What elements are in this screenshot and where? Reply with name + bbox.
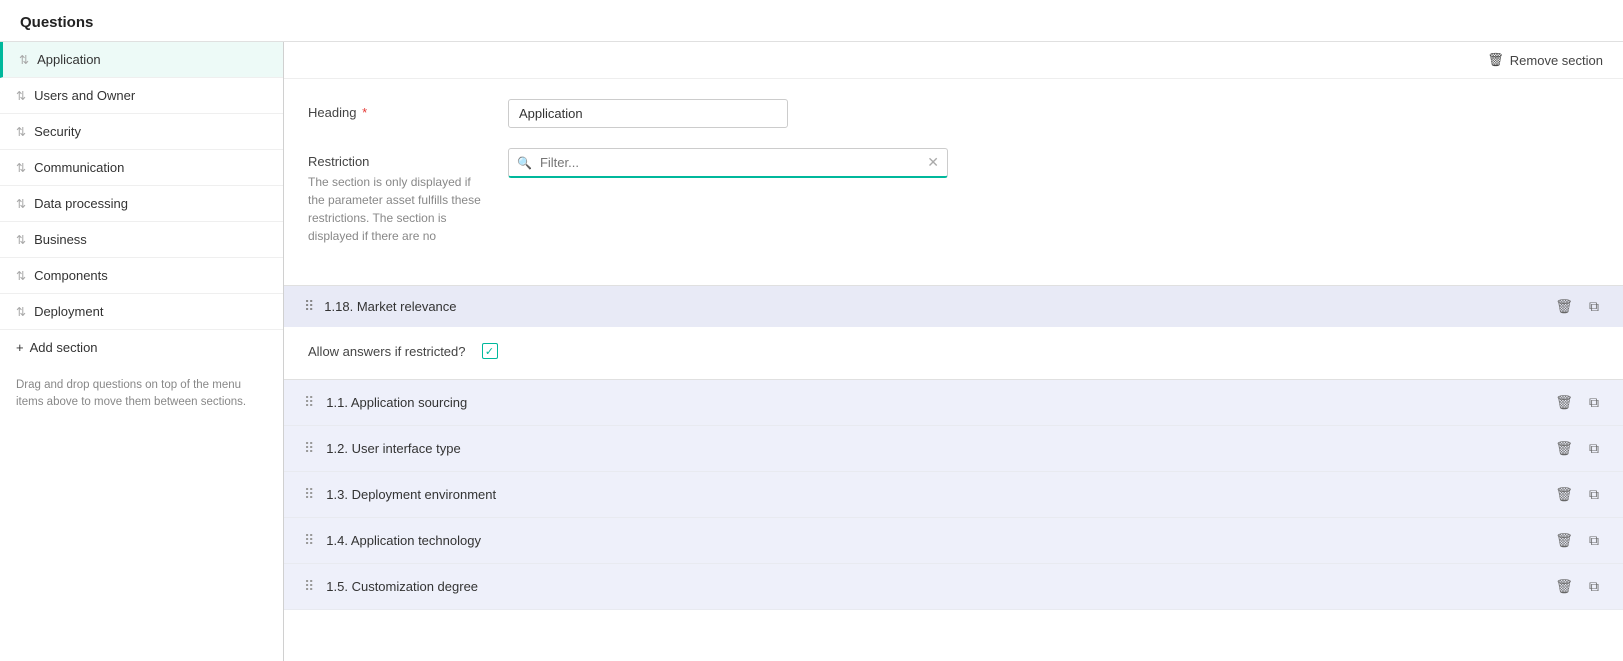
- remove-section-label: Remove section: [1510, 53, 1603, 68]
- restriction-label: Restriction: [308, 154, 488, 169]
- question-actions-1-2: 🗑 ⧉: [1551, 438, 1603, 459]
- sidebar-drag-hint: Drag and drop questions on top of the me…: [0, 365, 283, 424]
- sidebar-item-security[interactable]: ⇅ Security: [0, 114, 283, 150]
- delete-button-1-5[interactable]: 🗑: [1551, 576, 1577, 597]
- question-row-1-1: ⠿ 1.1. Application sourcing 🗑 ⧉: [284, 380, 1623, 426]
- copy-button-1-3[interactable]: ⧉: [1585, 484, 1603, 505]
- copy-button-1-2[interactable]: ⧉: [1585, 438, 1603, 459]
- question-actions-1-3: 🗑 ⧉: [1551, 484, 1603, 505]
- sidebar-item-application[interactable]: ⇅ Application: [0, 42, 283, 78]
- question-actions-1-5: 🗑 ⧉: [1551, 576, 1603, 597]
- content-topbar: 🗑 Remove section: [284, 42, 1623, 79]
- filter-box: 🔍 ✕: [508, 148, 948, 178]
- drag-icon-data-processing: ⇅: [16, 197, 26, 211]
- question-label-1-1: 1.1. Application sourcing: [326, 395, 1551, 410]
- highlighted-question-label: 1.18. Market relevance: [324, 299, 1551, 314]
- question-label-1-2: 1.2. User interface type: [326, 441, 1551, 456]
- sidebar-item-deployment[interactable]: ⇅ Deployment: [0, 294, 283, 330]
- restriction-control: 🔍 ✕: [508, 148, 1599, 178]
- question-row-1-4: ⠿ 1.4. Application technology 🗑 ⧉: [284, 518, 1623, 564]
- copy-button-1-4[interactable]: ⧉: [1585, 530, 1603, 551]
- sidebar-item-users-and-owner[interactable]: ⇅ Users and Owner: [0, 78, 283, 114]
- filter-input[interactable]: [536, 149, 927, 176]
- highlighted-question-row: ⠿ 1.18. Market relevance 🗑 ⧉: [284, 286, 1623, 327]
- sidebar: ⇅ Application ⇅ Users and Owner ⇅ Securi…: [0, 42, 284, 661]
- sidebar-item-components[interactable]: ⇅ Components: [0, 258, 283, 294]
- delete-button-1-3[interactable]: 🗑: [1551, 484, 1577, 505]
- question-actions-1-1: 🗑 ⧉: [1551, 392, 1603, 413]
- drag-handle-1-1[interactable]: ⠿: [304, 394, 314, 411]
- copy-button-1-1[interactable]: ⧉: [1585, 392, 1603, 413]
- page-header: Questions: [0, 0, 1623, 42]
- drag-icon-communication: ⇅: [16, 161, 26, 175]
- heading-label: Heading *: [308, 99, 488, 120]
- allow-answers-checkbox[interactable]: [482, 343, 498, 359]
- sidebar-item-data-processing[interactable]: ⇅ Data processing: [0, 186, 283, 222]
- trash-icon-remove: 🗑: [1487, 52, 1504, 68]
- sidebar-item-business[interactable]: ⇅ Business: [0, 222, 283, 258]
- highlighted-question-actions: 🗑 ⧉: [1551, 296, 1603, 317]
- copy-button-1-5[interactable]: ⧉: [1585, 576, 1603, 597]
- question-label-1-3: 1.3. Deployment environment: [326, 487, 1551, 502]
- restriction-description: The section is only displayed if the par…: [308, 173, 488, 245]
- question-label-1-5: 1.5. Customization degree: [326, 579, 1551, 594]
- sidebar-item-communication[interactable]: ⇅ Communication: [0, 150, 283, 186]
- questions-list: ⠿ 1.1. Application sourcing 🗑 ⧉ ⠿ 1.2.: [284, 380, 1623, 661]
- sidebar-item-label-security: Security: [34, 124, 81, 139]
- drag-icon-deployment: ⇅: [16, 305, 26, 319]
- restriction-label-col: Restriction The section is only displaye…: [308, 148, 488, 245]
- question-row-1-5: ⠿ 1.5. Customization degree 🗑 ⧉: [284, 564, 1623, 610]
- question-actions-1-4: 🗑 ⧉: [1551, 530, 1603, 551]
- restriction-row: Restriction The section is only displaye…: [308, 148, 1599, 245]
- sidebar-item-label-data-processing: Data processing: [34, 196, 128, 211]
- filter-clear-icon[interactable]: ✕: [927, 154, 939, 171]
- sidebar-item-label-deployment: Deployment: [34, 304, 103, 319]
- allow-answers-label: Allow answers if restricted?: [308, 344, 466, 359]
- heading-row: Heading *: [308, 99, 1599, 128]
- page-title: Questions: [20, 14, 93, 31]
- plus-icon: +: [16, 340, 24, 355]
- drag-icon-components: ⇅: [16, 269, 26, 283]
- delete-button-1-4[interactable]: 🗑: [1551, 530, 1577, 551]
- question-label-1-4: 1.4. Application technology: [326, 533, 1551, 548]
- question-row-1-2: ⠿ 1.2. User interface type 🗑 ⧉: [284, 426, 1623, 472]
- drag-handle-1-5[interactable]: ⠿: [304, 578, 314, 595]
- delete-button-1-2[interactable]: 🗑: [1551, 438, 1577, 459]
- sidebar-item-label-communication: Communication: [34, 160, 124, 175]
- drag-icon-security: ⇅: [16, 125, 26, 139]
- search-icon: 🔍: [517, 156, 532, 170]
- highlighted-delete-button[interactable]: 🗑: [1551, 296, 1577, 317]
- main-layout: ⇅ Application ⇅ Users and Owner ⇅ Securi…: [0, 42, 1623, 661]
- sidebar-item-label-components: Components: [34, 268, 108, 283]
- add-section-button[interactable]: + Add section: [0, 330, 283, 365]
- remove-section-button[interactable]: 🗑 Remove section: [1487, 52, 1603, 68]
- section-config: Heading * Restriction The section is onl…: [284, 79, 1623, 286]
- drag-icon-application: ⇅: [19, 53, 29, 67]
- drag-handle-1-4[interactable]: ⠿: [304, 532, 314, 549]
- drag-icon-business: ⇅: [16, 233, 26, 247]
- question-row-1-3: ⠿ 1.3. Deployment environment 🗑 ⧉: [284, 472, 1623, 518]
- highlighted-copy-button[interactable]: ⧉: [1585, 296, 1603, 317]
- sidebar-item-label-application: Application: [37, 52, 101, 67]
- delete-button-1-1[interactable]: 🗑: [1551, 392, 1577, 413]
- drag-handle-1-2[interactable]: ⠿: [304, 440, 314, 457]
- highlighted-drag-handle[interactable]: ⠿: [304, 298, 314, 315]
- app-container: Questions ⇅ Application ⇅ Users and Owne…: [0, 0, 1623, 661]
- heading-input[interactable]: [508, 99, 788, 128]
- heading-control: [508, 99, 1599, 128]
- heading-required-marker: *: [362, 105, 367, 120]
- add-section-label: Add section: [30, 340, 98, 355]
- sidebar-item-label-business: Business: [34, 232, 87, 247]
- drag-icon-users: ⇅: [16, 89, 26, 103]
- allow-answers-row: Allow answers if restricted?: [284, 327, 1623, 380]
- content-area: 🗑 Remove section Heading *: [284, 42, 1623, 661]
- sidebar-item-label-users: Users and Owner: [34, 88, 135, 103]
- drag-handle-1-3[interactable]: ⠿: [304, 486, 314, 503]
